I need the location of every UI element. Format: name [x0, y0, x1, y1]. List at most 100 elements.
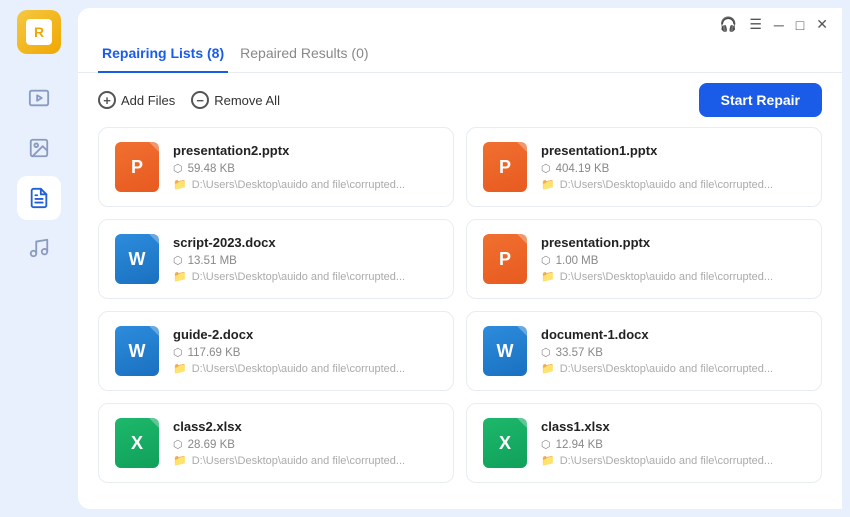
size-icon: ⬡: [541, 254, 551, 267]
file-path: 📁 D:\Users\Desktop\auido and file\corrup…: [541, 178, 805, 191]
file-size-value: 59.48 KB: [188, 163, 235, 175]
file-type-icon: W: [115, 234, 159, 284]
file-name: class1.xlsx: [541, 419, 805, 434]
file-path: 📁 D:\Users\Desktop\auido and file\corrup…: [541, 362, 805, 375]
file-card: Wscript-2023.docx ⬡ 13.51 MB 📁 D:\Users\De…: [98, 219, 454, 299]
file-info: class2.xlsx⬡ 28.69 KB📁 D:\Users\Desktop\…: [173, 419, 437, 467]
file-path-value: D:\Users\Desktop\auido and file\corrupte…: [192, 271, 405, 283]
file-type-icon: W: [115, 326, 159, 376]
add-files-label: Add Files: [121, 93, 175, 108]
file-type-icon: X: [115, 418, 159, 468]
file-size-value: 117.69 KB: [188, 347, 241, 359]
sidebar: R: [0, 0, 78, 517]
file-type-icon: P: [483, 234, 527, 284]
folder-icon: 📁: [541, 362, 555, 375]
file-info: presentation.pptx⬡ 1.00 MB📁 D:\Users\Des…: [541, 235, 805, 283]
file-path-value: D:\Users\Desktop\auido and file\corrupte…: [560, 363, 773, 375]
app-logo: R: [17, 10, 61, 54]
file-info: presentation2.pptx⬡ 59.48 KB📁 D:\Users\D…: [173, 143, 437, 191]
sidebar-item-video[interactable]: [17, 76, 61, 120]
toolbar: + Add Files − Remove All Start Repair: [78, 73, 842, 127]
tab-repairing-lists[interactable]: Repairing Lists (8): [98, 37, 228, 73]
file-name: guide-2.docx: [173, 327, 437, 342]
close-icon[interactable]: ✕: [816, 16, 828, 33]
file-size: ⬡ 117.69 KB: [173, 346, 437, 359]
sidebar-item-image[interactable]: [17, 126, 61, 170]
file-info: document-1.docx⬡ 33.57 KB📁 D:\Users\Desk…: [541, 327, 805, 375]
minimize-icon[interactable]: ─: [774, 17, 784, 33]
size-icon: ⬡: [173, 346, 183, 359]
file-type-icon: X: [483, 418, 527, 468]
sidebar-item-music[interactable]: [17, 226, 61, 270]
remove-all-label: Remove All: [214, 93, 280, 108]
start-repair-button[interactable]: Start Repair: [699, 83, 822, 117]
file-path-value: D:\Users\Desktop\auido and file\corrupte…: [560, 271, 773, 283]
file-card: Ppresentation2.pptx⬡ 59.48 KB📁 D:\Users\…: [98, 127, 454, 207]
file-card: Ppresentation.pptx⬡ 1.00 MB📁 D:\Users\De…: [466, 219, 822, 299]
size-icon: ⬡: [541, 438, 551, 451]
file-path: 📁 D:\Users\Desktop\auido and file\corrup…: [173, 362, 437, 375]
file-card: Ppresentation1.pptx⬡ 404.19 KB📁 D:\Users…: [466, 127, 822, 207]
folder-icon: 📁: [173, 454, 187, 467]
remove-icon: −: [191, 91, 209, 109]
file-path-value: D:\Users\Desktop\auido and file\corrupte…: [192, 363, 405, 375]
file-size-value: 28.69 KB: [188, 439, 235, 451]
file-path-value: D:\Users\Desktop\auido and file\corrupte…: [192, 455, 405, 467]
folder-icon: 📁: [541, 178, 555, 191]
file-size: ⬡ 12.94 KB: [541, 438, 805, 451]
file-grid: Ppresentation2.pptx⬡ 59.48 KB📁 D:\Users\…: [78, 127, 842, 509]
file-name: script-2023.docx: [173, 235, 437, 250]
main-panel: 🎧 ☰ ─ □ ✕ Repairing Lists (8) Repaired R…: [78, 8, 842, 509]
file-size-value: 404.19 KB: [556, 163, 610, 175]
file-path: 📁 D:\Users\Desktop\auido and file\corrup…: [173, 454, 437, 467]
size-icon: ⬡: [541, 162, 551, 175]
add-icon: +: [98, 91, 116, 109]
folder-icon: 📁: [173, 270, 187, 283]
file-path-value: D:\Users\Desktop\auido and file\corrupte…: [560, 179, 773, 191]
file-info: guide-2.docx⬡ 117.69 KB📁 D:\Users\Deskto…: [173, 327, 437, 375]
file-size: ⬡ 33.57 KB: [541, 346, 805, 359]
maximize-icon[interactable]: □: [796, 17, 804, 33]
file-card: Xclass2.xlsx⬡ 28.69 KB📁 D:\Users\Desktop…: [98, 403, 454, 483]
folder-icon: 📁: [173, 178, 187, 191]
folder-icon: 📁: [541, 270, 555, 283]
size-icon: ⬡: [541, 346, 551, 359]
file-size-value: 1.00 MB: [556, 255, 599, 267]
file-path: 📁 D:\Users\Desktop\auido and file\corrup…: [173, 178, 437, 191]
tab-bar: Repairing Lists (8) Repaired Results (0): [78, 37, 842, 73]
file-name: document-1.docx: [541, 327, 805, 342]
logo-inner: R: [26, 19, 52, 45]
add-files-button[interactable]: + Add Files: [98, 91, 175, 109]
folder-icon: 📁: [173, 362, 187, 375]
toolbar-left: + Add Files − Remove All: [98, 91, 280, 109]
size-icon: ⬡: [173, 254, 183, 267]
file-card: Wguide-2.docx⬡ 117.69 KB📁 D:\Users\Deskt…: [98, 311, 454, 391]
file-type-icon: P: [483, 142, 527, 192]
file-path-value: D:\Users\Desktop\auido and file\corrupte…: [192, 179, 405, 191]
menu-icon[interactable]: ☰: [749, 16, 762, 33]
file-info: script-2023.docx ⬡ 13.51 MB 📁 D:\Users\Des…: [173, 235, 437, 283]
size-icon: ⬡: [173, 438, 183, 451]
file-info: class1.xlsx ⬡ 12.94 KB 📁 D:\Users\Desktop\…: [541, 419, 805, 467]
file-size: ⬡ 28.69 KB: [173, 438, 437, 451]
file-name: class2.xlsx: [173, 419, 437, 434]
file-size: ⬡ 1.00 MB: [541, 254, 805, 267]
sidebar-item-document[interactable]: [17, 176, 61, 220]
tab-repaired-results[interactable]: Repaired Results (0): [236, 37, 372, 73]
folder-icon: 📁: [541, 454, 555, 467]
file-name: presentation2.pptx: [173, 143, 437, 158]
file-name: presentation.pptx: [541, 235, 805, 250]
file-size: ⬡ 59.48 KB: [173, 162, 437, 175]
headphones-icon[interactable]: 🎧: [720, 16, 737, 33]
size-icon: ⬡: [173, 162, 183, 175]
file-path: 📁 D:\Users\Desktop\auido and file\corrup…: [173, 270, 437, 283]
remove-all-button[interactable]: − Remove All: [191, 91, 280, 109]
file-path: 📁 D:\Users\Desktop\auido and file\corrup…: [541, 270, 805, 283]
file-size-value: 33.57 KB: [556, 347, 603, 359]
file-path: 📁 D:\Users\Desktop\auido and file\corrup…: [541, 454, 805, 467]
file-name: presentation1.pptx: [541, 143, 805, 158]
file-card: Xclass1.xlsx ⬡ 12.94 KB 📁 D:\Users\Desktop…: [466, 403, 822, 483]
titlebar: 🎧 ☰ ─ □ ✕: [78, 8, 842, 37]
file-size: ⬡ 13.51 MB: [173, 254, 437, 267]
file-path-value: D:\Users\Desktop\auido and file\corrupte…: [560, 455, 773, 467]
